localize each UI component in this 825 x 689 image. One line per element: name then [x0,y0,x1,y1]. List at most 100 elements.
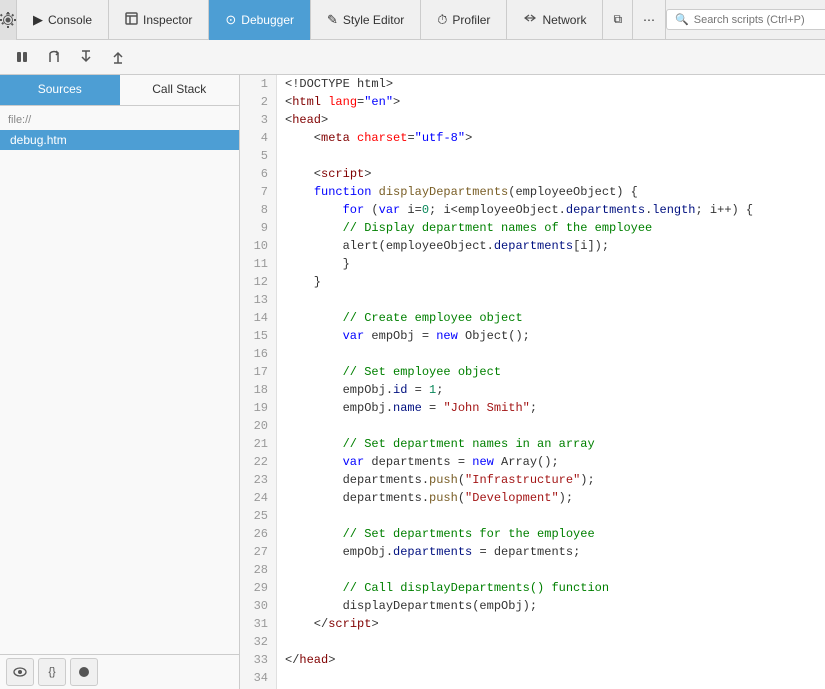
code-line: // Call displayDepartments() function [285,579,817,597]
network-icon [523,12,537,27]
line-number: 3 [248,111,268,129]
debugger-icon: ⊙ [225,12,236,28]
sidebar-tabs: Sources Call Stack [0,75,239,106]
code-line: empObj.id = 1; [285,381,817,399]
console-icon: ▶ [33,12,43,28]
tab-debugger[interactable]: ⊙ Debugger [209,0,311,40]
blackbox-button[interactable] [70,658,98,686]
code-line: // Create employee object [285,309,817,327]
sidebar-file-tree: file:// debug.htm [0,106,239,654]
top-toolbar: ▶ Console Inspector ⊙ Debugger ✎ Style E… [0,0,825,40]
line-number: 32 [248,633,268,651]
line-number: 29 [248,579,268,597]
line-number: 1 [248,75,268,93]
sidebar-tab-call-stack[interactable]: Call Stack [120,75,240,105]
line-number: 17 [248,363,268,381]
code-line: empObj.departments = departments; [285,543,817,561]
line-number: 27 [248,543,268,561]
pretty-print-button[interactable]: {} [38,658,66,686]
line-number: 7 [248,183,268,201]
code-line: // Set departments for the employee [285,525,817,543]
code-line [285,417,817,435]
tab-extra1[interactable]: ⧉ [603,0,633,40]
code-line: <meta charset="utf-8"> [285,129,817,147]
line-number: 25 [248,507,268,525]
code-line [285,669,817,687]
line-number: 30 [248,597,268,615]
code-line: // Set department names in an array [285,435,817,453]
line-number: 24 [248,489,268,507]
line-number: 20 [248,417,268,435]
profiler-icon: ⏱ [437,12,447,28]
line-number: 19 [248,399,268,417]
line-number: 2 [248,93,268,111]
sidebar-file-root: file:// [0,110,239,130]
sidebar-item-debug-htm[interactable]: debug.htm [0,130,239,150]
code-line: } [285,255,817,273]
search-scripts-box[interactable]: 🔍 [666,9,825,30]
code-line: departments.push("Development"); [285,489,817,507]
code-line [285,507,817,525]
line-number: 14 [248,309,268,327]
style-editor-icon: ✎ [327,12,338,28]
tab-extra2[interactable]: ⋯ [633,0,666,40]
pause-button[interactable] [8,43,36,71]
main-content: Sources Call Stack file:// debug.htm [0,75,825,689]
line-numbers: 1234567891011121314151617181920212223242… [240,75,277,689]
tab-profiler[interactable]: ⏱ Profiler [421,0,507,40]
line-number: 21 [248,435,268,453]
code-line: alert(employeeObject.departments[i]); [285,237,817,255]
code-line: <script> [285,165,817,183]
code-line: departments.push("Infrastructure"); [285,471,817,489]
sidebar: Sources Call Stack file:// debug.htm [0,75,240,689]
tab-console[interactable]: ▶ Console [17,0,109,40]
code-line [285,345,817,363]
line-number: 6 [248,165,268,183]
settings-icon[interactable] [0,0,17,40]
line-number: 8 [248,201,268,219]
code-line: function displayDepartments(employeeObje… [285,183,817,201]
line-number: 9 [248,219,268,237]
eye-button[interactable] [6,658,34,686]
line-number: 22 [248,453,268,471]
code-line: // Set employee object [285,363,817,381]
code-line [285,561,817,579]
step-out-button[interactable] [104,43,132,71]
search-icon: 🔍 [675,13,689,26]
code-line: displayDepartments(empObj); [285,597,817,615]
line-number: 12 [248,273,268,291]
code-line: <html lang="en"> [285,93,817,111]
code-line: var departments = new Array(); [285,453,817,471]
code-line [285,633,817,651]
extra1-icon: ⧉ [613,12,622,27]
code-line: empObj.name = "John Smith"; [285,399,817,417]
line-number: 16 [248,345,268,363]
step-over-button[interactable] [40,43,68,71]
line-number: 10 [248,237,268,255]
extra2-icon: ⋯ [643,13,655,27]
inspector-icon [125,12,138,28]
line-number: 28 [248,561,268,579]
line-number: 26 [248,525,268,543]
line-number: 33 [248,651,268,669]
step-into-button[interactable] [72,43,100,71]
tab-network[interactable]: Network [507,0,603,40]
tab-inspector[interactable]: Inspector [109,0,209,40]
sidebar-tab-sources[interactable]: Sources [0,75,120,105]
tab-style-editor[interactable]: ✎ Style Editor [311,0,421,40]
code-line [285,291,817,309]
code-line: <head> [285,111,817,129]
code-editor[interactable]: 1234567891011121314151617181920212223242… [240,75,825,689]
code-line: </head> [285,651,817,669]
code-content: <!DOCTYPE html><html lang="en"><head> <m… [277,75,825,689]
line-number: 15 [248,327,268,345]
line-number: 31 [248,615,268,633]
code-line [285,147,817,165]
search-input[interactable] [694,14,825,26]
code-line: var empObj = new Object(); [285,327,817,345]
code-line: for (var i=0; i<employeeObject.departmen… [285,201,817,219]
code-line: } [285,273,817,291]
code-line: // Display department names of the emplo… [285,219,817,237]
code-line: <!DOCTYPE html> [285,75,817,93]
line-number: 23 [248,471,268,489]
